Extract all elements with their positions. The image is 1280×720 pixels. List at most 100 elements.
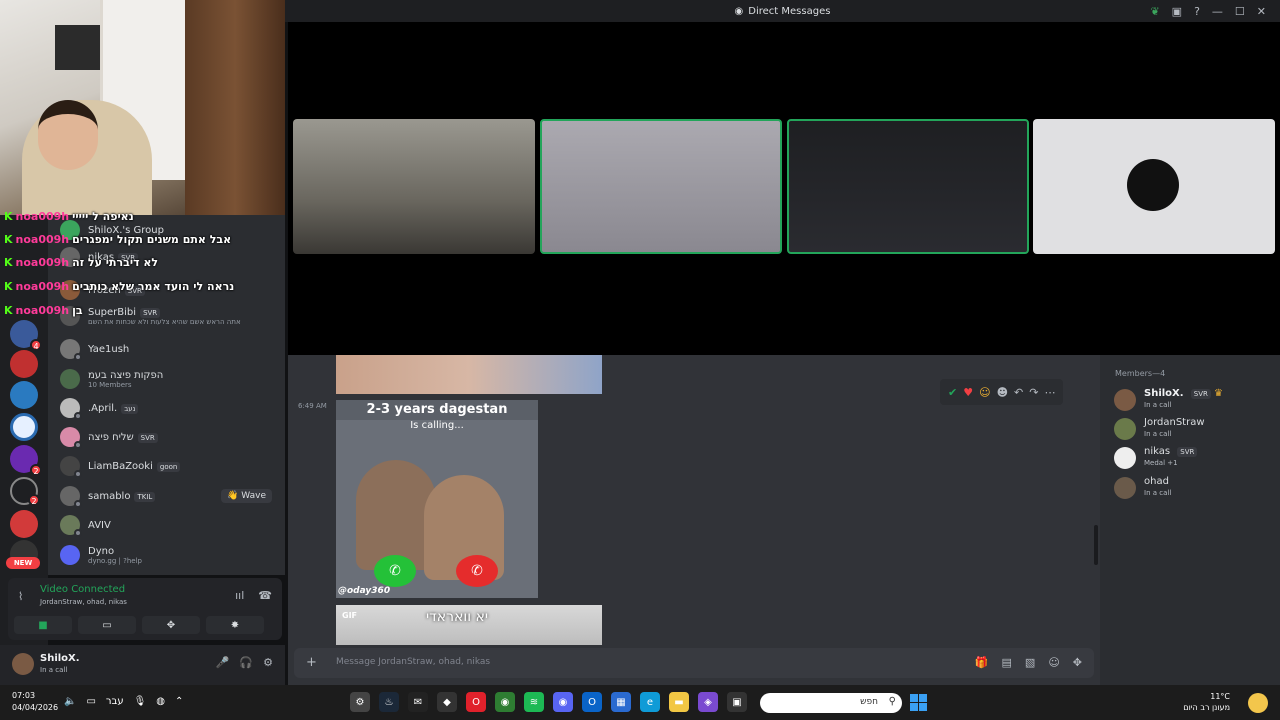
dm-item[interactable]: .April. נעב: [60, 395, 280, 421]
clock[interactable]: 07:03 04/04/2026: [12, 690, 58, 714]
mail-icon[interactable]: ✉: [408, 692, 428, 712]
dm-item[interactable]: SuperBibi SVR אתה הראש אשם שהיא צלעות ולא …: [60, 303, 280, 329]
check-reaction-icon[interactable]: ✔: [948, 386, 957, 399]
activities-button[interactable]: ✥: [142, 616, 200, 634]
gift-icon[interactable]: 🎁: [975, 656, 989, 669]
server-icon[interactable]: [10, 381, 38, 409]
message-input[interactable]: Message JordanStraw, ohad, nikas: [336, 657, 490, 667]
tray-app-icon[interactable]: ◍: [156, 696, 165, 707]
heart-reaction-icon[interactable]: ♥: [963, 386, 973, 399]
microphone-icon[interactable]: 🎤: [216, 656, 230, 669]
phone-decline-icon: ✆: [456, 555, 498, 587]
edge-icon[interactable]: e: [640, 692, 660, 712]
camera-icon: ■: [38, 619, 48, 631]
network-icon[interactable]: ▭: [86, 696, 95, 707]
mic-tray-icon[interactable]: 🎙: [134, 696, 147, 707]
new-badge: NEW: [6, 557, 40, 569]
member-item[interactable]: ShiloX. SVR ♛ In a call: [1114, 387, 1279, 413]
camera-button[interactable]: ■: [14, 616, 72, 634]
server-icon[interactable]: [10, 413, 38, 441]
soundboard-button[interactable]: ✸: [206, 616, 264, 634]
show-hidden-icons[interactable]: ⌃: [175, 696, 183, 707]
dm-item-group[interactable]: הפקות פיצה בעמ 10 Members: [60, 366, 280, 392]
wave-button[interactable]: 👋 Wave: [221, 489, 272, 503]
dm-item[interactable]: Yae1ush: [60, 336, 280, 362]
inbox-icon[interactable]: ▣: [1172, 5, 1182, 18]
screen-share-button[interactable]: ▭: [78, 616, 136, 634]
store-icon[interactable]: ▦: [611, 692, 631, 712]
voice-channel[interactable]: JordanStraw, ohad, nikas: [40, 598, 127, 606]
gif-attachment[interactable]: GIF יא וואראדי: [336, 605, 602, 645]
volume-icon[interactable]: 🔈: [64, 696, 76, 707]
image-attachment[interactable]: [336, 355, 602, 394]
forward-icon[interactable]: ↷: [1029, 386, 1038, 399]
nitro-leaf-icon[interactable]: ❦: [1150, 5, 1159, 18]
opera-icon[interactable]: O: [466, 692, 486, 712]
voice-status: Video Connected: [40, 584, 126, 595]
dm-item[interactable]: Dyno dyno.gg | ?help: [60, 542, 280, 568]
member-item[interactable]: ohad In a call: [1114, 475, 1279, 501]
dm-item[interactable]: שליח פיצה SVR: [60, 424, 280, 450]
search-input[interactable]: חפש ⚲: [760, 693, 902, 713]
webcam-overlay: [0, 0, 285, 215]
windows-start-icon[interactable]: [910, 694, 927, 711]
steam-icon[interactable]: ♨: [379, 692, 399, 712]
apps-icon[interactable]: ✥: [1073, 656, 1082, 669]
server-icon[interactable]: 4: [10, 320, 42, 351]
emoji-icon[interactable]: ☺: [1048, 656, 1059, 669]
outlook-icon[interactable]: O: [582, 692, 602, 712]
laugh-reaction-icon[interactable]: ☺: [979, 386, 990, 399]
members-header: Members—4: [1115, 369, 1166, 378]
dm-item[interactable]: AVIV: [60, 512, 280, 538]
dm-list: ShiloX.'s Group nikas SVR Frozen SVR Super…: [48, 215, 285, 575]
video-tile-screenshare[interactable]: [787, 119, 1029, 254]
server-icon[interactable]: [10, 510, 38, 538]
video-tile[interactable]: [540, 119, 782, 254]
member-item[interactable]: JordanStraw In a call: [1114, 416, 1279, 442]
scrollbar[interactable]: [1094, 525, 1098, 565]
screen-share-icon: ▭: [102, 619, 112, 631]
avatar[interactable]: [12, 653, 34, 675]
signal-icon[interactable]: ⌇: [18, 590, 23, 603]
help-icon[interactable]: ?: [1194, 5, 1200, 18]
close-button[interactable]: ✕: [1257, 5, 1266, 18]
avatar: [60, 306, 80, 326]
language-indicator[interactable]: עבר: [106, 696, 124, 707]
dm-item-group[interactable]: ShiloX.'s Group: [60, 217, 280, 243]
dm-item[interactable]: nikas SVR: [60, 244, 280, 270]
dm-item[interactable]: samablo TKIL 👋 Wave: [60, 483, 280, 509]
image-attachment[interactable]: 2-3 years dagestan Is calling... ✆ ✆ @od…: [336, 400, 538, 598]
terminal-icon[interactable]: ▣: [727, 692, 747, 712]
folder-icon[interactable]: ▬: [669, 692, 689, 712]
noise-suppression-icon[interactable]: ııl: [235, 589, 244, 602]
dm-item[interactable]: LiamBaZooki goon: [60, 453, 280, 479]
headphones-icon[interactable]: 🎧: [239, 656, 253, 669]
add-reaction-icon[interactable]: ☻: [997, 386, 1008, 399]
video-tile[interactable]: [293, 119, 535, 254]
gif-icon[interactable]: ▤: [1002, 656, 1012, 669]
weather-widget[interactable]: 11°C מעונן רב היום: [1183, 691, 1230, 713]
more-icon[interactable]: ⋯: [1044, 386, 1055, 399]
discord-icon[interactable]: ◉: [553, 692, 573, 712]
app-icon[interactable]: ◈: [698, 692, 718, 712]
settings-icon[interactable]: ⚙: [263, 656, 273, 669]
dm-item[interactable]: Frozen SVR: [60, 277, 280, 303]
sticker-icon[interactable]: ▧: [1025, 656, 1035, 669]
attach-plus-icon[interactable]: +: [306, 655, 317, 670]
minimize-button[interactable]: —: [1212, 5, 1223, 18]
spotify-icon[interactable]: ≋: [524, 692, 544, 712]
message-composer[interactable]: + Message JordanStraw, ohad, nikas 🎁 ▤ ▧…: [294, 648, 1094, 678]
server-icon[interactable]: 2: [10, 477, 40, 506]
avatar: [1114, 477, 1136, 499]
maximize-button[interactable]: ☐: [1235, 5, 1245, 18]
server-icon[interactable]: 2: [10, 445, 42, 476]
server-icon[interactable]: [10, 350, 38, 378]
settings-app-icon[interactable]: ⚙: [350, 692, 370, 712]
app-icon[interactable]: ◆: [437, 692, 457, 712]
avatar: [60, 427, 82, 449]
reply-icon[interactable]: ↶: [1014, 386, 1023, 399]
member-item[interactable]: nikas SVR Medal +1: [1114, 445, 1279, 471]
chrome-icon[interactable]: ◉: [495, 692, 515, 712]
video-tile-avatar[interactable]: [1033, 119, 1275, 254]
disconnect-icon[interactable]: ☎: [258, 589, 272, 602]
